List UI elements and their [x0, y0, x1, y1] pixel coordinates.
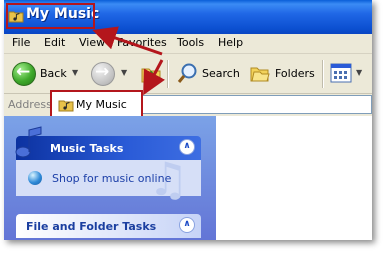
- address-label: Address: [8, 98, 52, 111]
- address-highlight-box[interactable]: My Music: [50, 90, 143, 118]
- menu-file[interactable]: File: [12, 36, 30, 49]
- music-tasks-body: ♫ Shop for music online: [16, 152, 201, 206]
- music-tasks-title: Music Tasks: [50, 142, 124, 155]
- back-dropdown-icon[interactable]: ▼: [72, 68, 78, 77]
- title-bar[interactable]: My Music: [4, 0, 372, 34]
- toolbar: ← Back ▼ → ▼ Search Folders ▼: [4, 54, 372, 94]
- collapse-chevron-icon[interactable]: ∧: [179, 217, 195, 233]
- up-folder-icon[interactable]: [140, 62, 162, 84]
- folders-label[interactable]: Folders: [275, 67, 315, 80]
- task-pane: Music Tasks ∧ ♫ Shop for music online Fi…: [4, 116, 216, 240]
- forward-button[interactable]: →: [91, 62, 115, 86]
- menu-favorites[interactable]: Favorites: [117, 36, 167, 49]
- address-value: My Music: [76, 98, 127, 111]
- file-folder-tasks-title: File and Folder Tasks: [26, 220, 157, 233]
- globe-icon: [28, 171, 42, 185]
- toolbar-separator: [167, 60, 169, 88]
- forward-arrow-icon: →: [95, 62, 110, 82]
- search-label[interactable]: Search: [202, 67, 240, 80]
- shop-for-music-link[interactable]: Shop for music online: [52, 172, 171, 185]
- search-icon[interactable]: [176, 61, 200, 85]
- menu-tools[interactable]: Tools: [177, 36, 204, 49]
- menu-edit[interactable]: Edit: [44, 36, 65, 49]
- back-arrow-icon: ←: [16, 62, 31, 82]
- address-bar: Address My Music: [4, 90, 372, 118]
- forward-dropdown-icon[interactable]: ▼: [121, 68, 127, 77]
- explorer-window: My Music File Edit View Favorites Tools …: [4, 0, 372, 240]
- content-area[interactable]: [216, 116, 372, 240]
- title-highlight-box: [6, 3, 95, 29]
- menu-bar: File Edit View Favorites Tools Help: [4, 34, 372, 54]
- folders-icon[interactable]: [249, 62, 271, 84]
- music-folder-icon: [58, 100, 74, 112]
- back-label: Back: [40, 67, 67, 80]
- back-button[interactable]: ←: [12, 62, 36, 86]
- music-note-icon: [15, 126, 42, 158]
- menu-help[interactable]: Help: [218, 36, 243, 49]
- menu-view[interactable]: View: [79, 36, 105, 49]
- file-folder-tasks-header[interactable]: File and Folder Tasks ∧: [16, 214, 201, 238]
- views-dropdown-icon[interactable]: ▼: [356, 68, 362, 77]
- toolbar-separator: [322, 60, 324, 88]
- views-icon[interactable]: [330, 63, 352, 83]
